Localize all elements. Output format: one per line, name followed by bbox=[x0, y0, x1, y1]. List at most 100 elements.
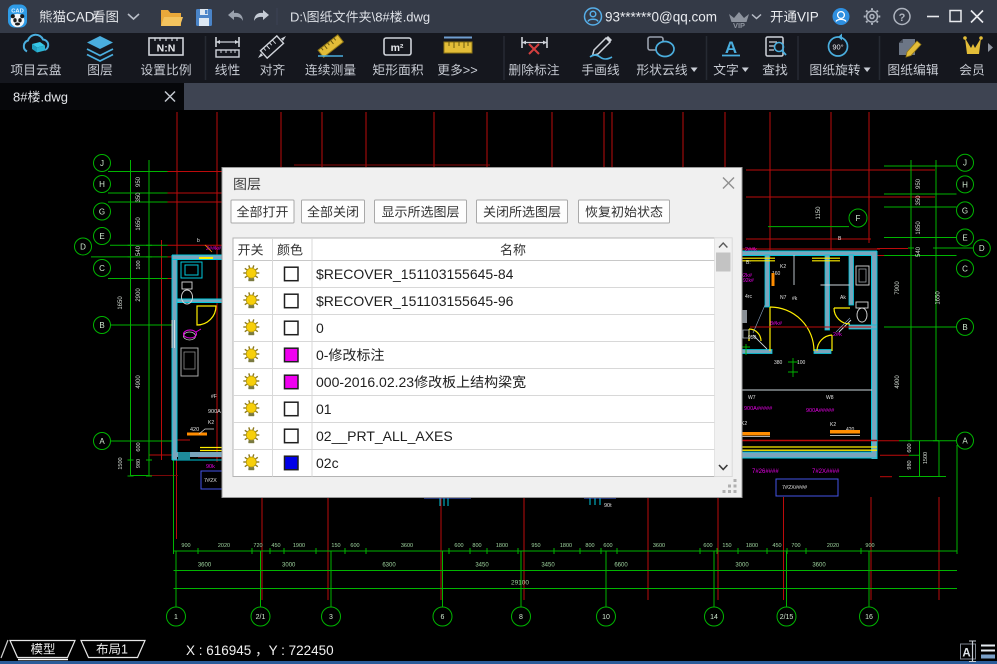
svg-text:90k: 90k bbox=[206, 464, 215, 470]
svg-text:VIP: VIP bbox=[797, 10, 819, 25]
svg-text:H: H bbox=[99, 180, 105, 189]
svg-text:3600: 3600 bbox=[653, 543, 665, 549]
svg-text:350: 350 bbox=[136, 192, 142, 203]
svg-text:J: J bbox=[100, 159, 104, 168]
svg-text:900A#####: 900A##### bbox=[744, 406, 773, 412]
svg-text:3450: 3450 bbox=[475, 563, 489, 569]
svg-text:1800: 1800 bbox=[746, 543, 758, 549]
svg-text:\8#: \8# bbox=[372, 10, 391, 25]
svg-text:B: B bbox=[99, 321, 104, 330]
svg-text:1150: 1150 bbox=[816, 206, 822, 220]
svg-text:900A#####: 900A##### bbox=[806, 408, 835, 414]
svg-text:G: G bbox=[962, 206, 968, 215]
svg-text:CAD: CAD bbox=[11, 9, 24, 15]
svg-text:7#2X####: 7#2X#### bbox=[782, 485, 808, 491]
svg-text:8: 8 bbox=[519, 614, 523, 621]
svg-text:C: C bbox=[99, 264, 105, 273]
svg-text:4900: 4900 bbox=[136, 375, 142, 389]
svg-text:980: 980 bbox=[136, 459, 142, 468]
svg-text:1650: 1650 bbox=[136, 217, 142, 231]
svg-text:980: 980 bbox=[907, 460, 913, 469]
svg-text:?: ? bbox=[899, 12, 906, 24]
svg-text:7#26####: 7#26#### bbox=[752, 469, 779, 475]
svg-text:2#k: 2#k bbox=[833, 332, 842, 338]
svg-text:VIP: VIP bbox=[733, 21, 745, 30]
svg-text:7900: 7900 bbox=[895, 281, 901, 295]
svg-text:600: 600 bbox=[454, 543, 463, 549]
svg-text:X : 616945: X : 616945 bbox=[186, 643, 251, 658]
svg-text:700: 700 bbox=[791, 543, 800, 549]
svg-text:150: 150 bbox=[331, 543, 340, 549]
svg-text:3600: 3600 bbox=[401, 543, 413, 549]
svg-text:H: H bbox=[962, 180, 968, 189]
svg-text:1800: 1800 bbox=[560, 543, 572, 549]
svg-text:m²: m² bbox=[391, 42, 404, 54]
svg-text:1: 1 bbox=[121, 643, 128, 657]
svg-text:950: 950 bbox=[748, 335, 757, 341]
svg-text:3000: 3000 bbox=[282, 563, 296, 569]
svg-text:1850: 1850 bbox=[916, 221, 922, 235]
svg-text:D:\: D:\ bbox=[290, 10, 307, 25]
svg-text:3: 3 bbox=[329, 614, 333, 621]
svg-text:#k: #k bbox=[792, 296, 798, 302]
svg-text:2020: 2020 bbox=[827, 543, 839, 549]
svg-text:8#k#: 8#k# bbox=[770, 321, 783, 327]
svg-text:G: G bbox=[99, 207, 105, 216]
svg-text:D: D bbox=[979, 244, 985, 253]
svg-text:16: 16 bbox=[865, 614, 873, 621]
svg-text:01: 01 bbox=[316, 401, 332, 417]
svg-text:C: C bbox=[962, 264, 968, 273]
svg-text:92k#: 92k# bbox=[743, 278, 754, 284]
svg-text:7#2X####: 7#2X#### bbox=[812, 469, 840, 475]
svg-text:B:: B: bbox=[746, 260, 751, 266]
svg-text:02__PRT_ALL_AXES: 02__PRT_ALL_AXES bbox=[316, 428, 453, 444]
svg-text:W8: W8 bbox=[826, 395, 834, 401]
svg-text:A: A bbox=[725, 38, 737, 57]
svg-text:2020: 2020 bbox=[218, 543, 230, 549]
svg-text:1500: 1500 bbox=[923, 452, 929, 464]
svg-text:K2: K2 bbox=[208, 420, 214, 426]
svg-text:720: 720 bbox=[253, 543, 262, 549]
svg-text:000-2016.02.23: 000-2016.02.23 bbox=[316, 374, 414, 390]
svg-text:90t: 90t bbox=[604, 503, 612, 509]
svg-text:3000: 3000 bbox=[735, 563, 749, 569]
svg-text:J: J bbox=[963, 159, 967, 168]
svg-text:93******0@qq.com: 93******0@qq.com bbox=[605, 10, 717, 25]
svg-text:2##k: 2##k bbox=[745, 247, 757, 253]
svg-text:2##k#: 2##k# bbox=[206, 246, 222, 252]
svg-text:E: E bbox=[962, 233, 967, 242]
svg-text:2/1: 2/1 bbox=[256, 614, 266, 621]
svg-text:600: 600 bbox=[603, 543, 612, 549]
svg-text:950: 950 bbox=[916, 178, 922, 189]
svg-text:0-: 0- bbox=[316, 347, 329, 363]
svg-text:.dwg: .dwg bbox=[41, 90, 68, 105]
svg-text:800: 800 bbox=[472, 543, 481, 549]
svg-text:900A: 900A bbox=[208, 409, 221, 415]
svg-text:1650: 1650 bbox=[118, 296, 124, 310]
svg-text:>>: >> bbox=[463, 63, 478, 78]
svg-text:1: 1 bbox=[174, 614, 178, 621]
svg-text:900: 900 bbox=[865, 543, 874, 549]
svg-text:380: 380 bbox=[774, 360, 783, 366]
svg-text:100: 100 bbox=[797, 360, 806, 366]
svg-text:10: 10 bbox=[602, 614, 610, 621]
svg-text:600: 600 bbox=[907, 443, 913, 452]
svg-text:4900: 4900 bbox=[895, 375, 901, 389]
svg-text:Ak: Ak bbox=[840, 295, 846, 301]
svg-text:600: 600 bbox=[136, 442, 142, 451]
svg-text:0: 0 bbox=[316, 320, 324, 336]
svg-text:K2: K2 bbox=[830, 422, 836, 428]
svg-text:450: 450 bbox=[772, 543, 781, 549]
svg-text:29100: 29100 bbox=[511, 580, 529, 587]
svg-text:1500: 1500 bbox=[118, 457, 124, 469]
svg-text:3600: 3600 bbox=[812, 563, 826, 569]
svg-text:1800: 1800 bbox=[496, 543, 508, 549]
svg-text:420: 420 bbox=[190, 427, 199, 433]
svg-text:N7: N7 bbox=[780, 295, 787, 301]
svg-text:A: A bbox=[99, 437, 105, 446]
svg-text:6600: 6600 bbox=[614, 563, 628, 569]
svg-text:3450: 3450 bbox=[541, 563, 555, 569]
svg-text:8#: 8# bbox=[13, 90, 28, 105]
svg-text:b: b bbox=[197, 238, 200, 244]
svg-text:540: 540 bbox=[136, 245, 142, 256]
